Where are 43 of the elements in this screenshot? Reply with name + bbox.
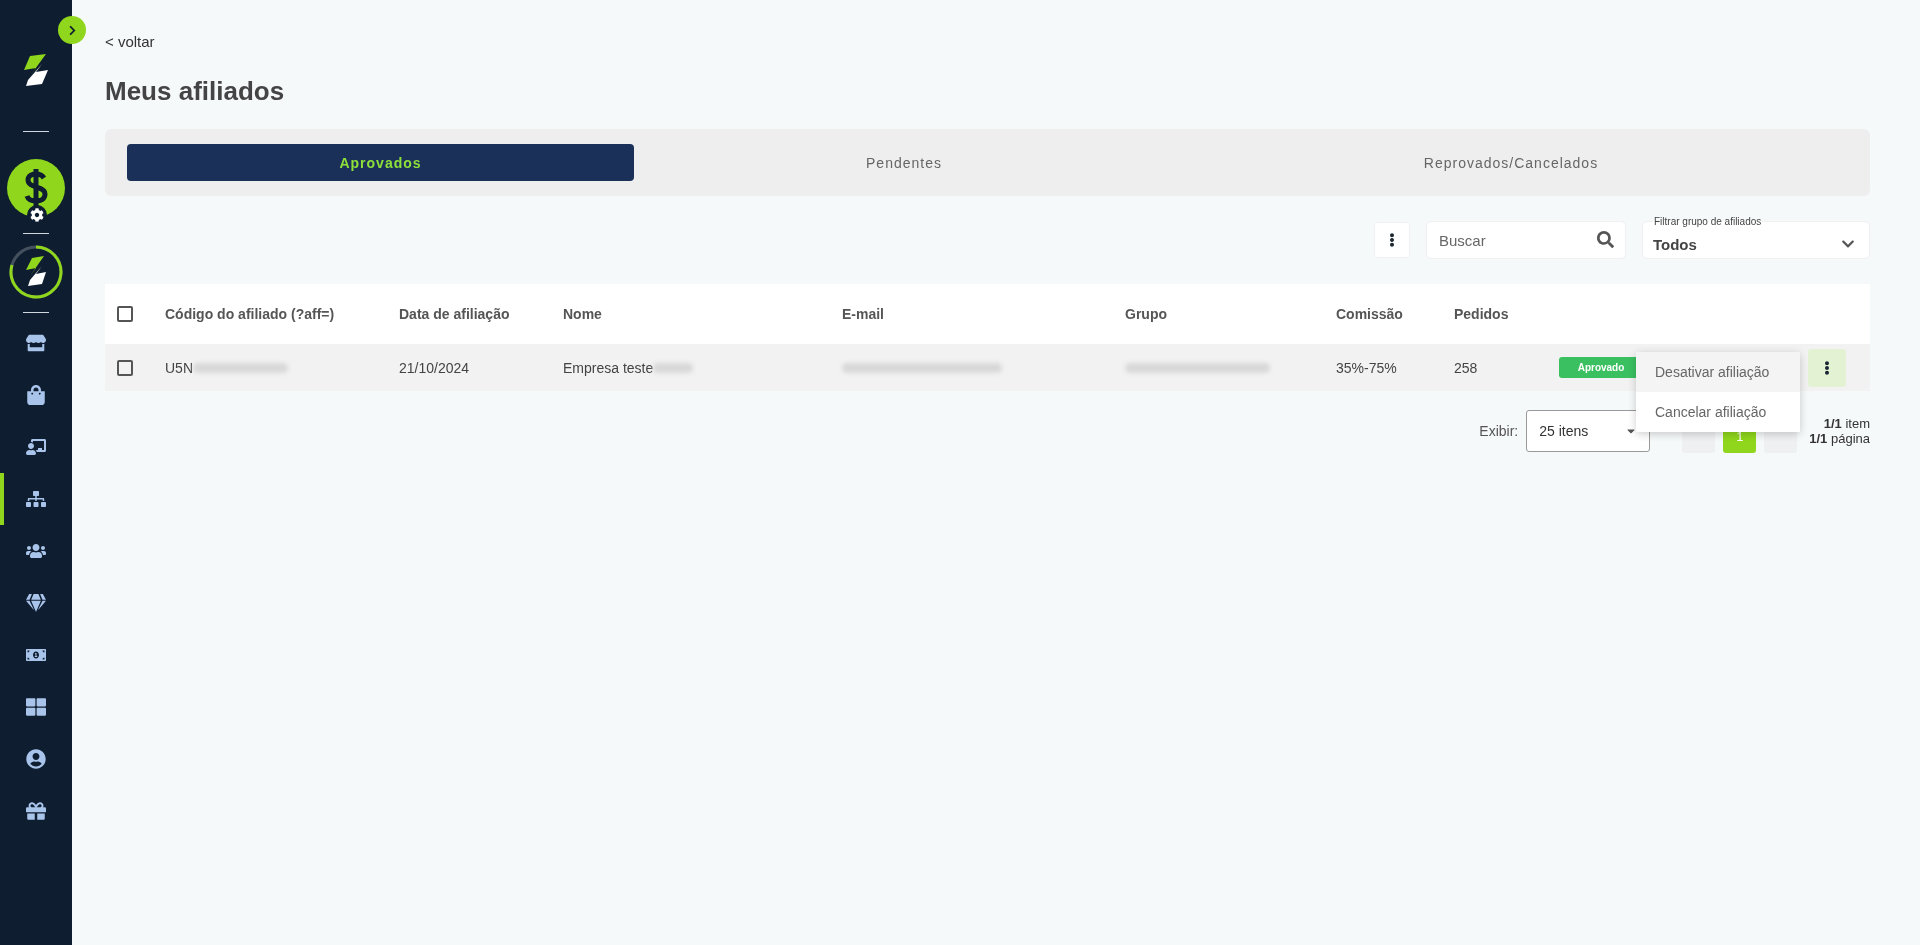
- column-header: Comissão: [1336, 306, 1404, 322]
- column-header: Código do afiliado (?aff=): [165, 306, 336, 322]
- tab[interactable]: Aprovados: [127, 144, 634, 181]
- network-icon: [26, 489, 46, 509]
- presentation-board-icon: [26, 437, 46, 457]
- bag-icon: [26, 385, 46, 405]
- progress-ring-icon: [8, 244, 64, 300]
- gem-icon: [26, 593, 46, 613]
- page-size-label: Exibir:: [1479, 422, 1519, 439]
- apps-grid-icon: [26, 697, 46, 717]
- page-title: Meus afiliados: [105, 76, 286, 107]
- menu-item[interactable]: Desativar afiliação: [1636, 352, 1800, 392]
- table-cell: Empresa teste: [563, 359, 842, 376]
- dollar-icon[interactable]: [7, 159, 65, 217]
- store-icon: [26, 333, 46, 353]
- item-count: 1/1 item: [1823, 415, 1870, 431]
- table-cell-text: 35%-75%: [1336, 359, 1398, 376]
- search-field[interactable]: Buscar: [1426, 221, 1626, 259]
- table-cell: U5N: [165, 359, 399, 376]
- column-header: Grupo: [1125, 306, 1168, 322]
- select-value: Todos: [1653, 235, 1697, 253]
- field-label: Filtrar grupo de afiliados: [1653, 216, 1763, 227]
- gift-icon: [26, 801, 46, 821]
- row-checkbox[interactable]: [117, 359, 133, 376]
- table-cell-text: 258: [1454, 359, 1479, 376]
- tab[interactable]: Pendentes: [634, 144, 1174, 181]
- row-actions-button[interactable]: [1808, 348, 1846, 387]
- page-count: 1/1 página: [1809, 430, 1870, 446]
- column-header: Pedidos: [1454, 306, 1510, 322]
- select-all-checkbox[interactable]: [117, 306, 133, 322]
- expand-sidebar-button[interactable]: [58, 16, 86, 44]
- column-header: Nome: [563, 306, 603, 322]
- search-icon: [1597, 231, 1614, 248]
- settings-icon[interactable]: [27, 205, 47, 225]
- tab[interactable]: Reprovados/Cancelados: [1174, 144, 1848, 181]
- menu-item[interactable]: Cancelar afiliação: [1636, 392, 1800, 432]
- users-icon: [26, 541, 46, 561]
- back-link[interactable]: < voltar: [105, 33, 1870, 50]
- more-options-button[interactable]: [1374, 222, 1410, 258]
- column-header: Data de afiliação: [399, 306, 511, 322]
- column-header: E-mail: [842, 306, 885, 322]
- page-size-select[interactable]: 25 itens: [1526, 409, 1651, 452]
- table-cell-text: 21/10/2024: [399, 359, 471, 376]
